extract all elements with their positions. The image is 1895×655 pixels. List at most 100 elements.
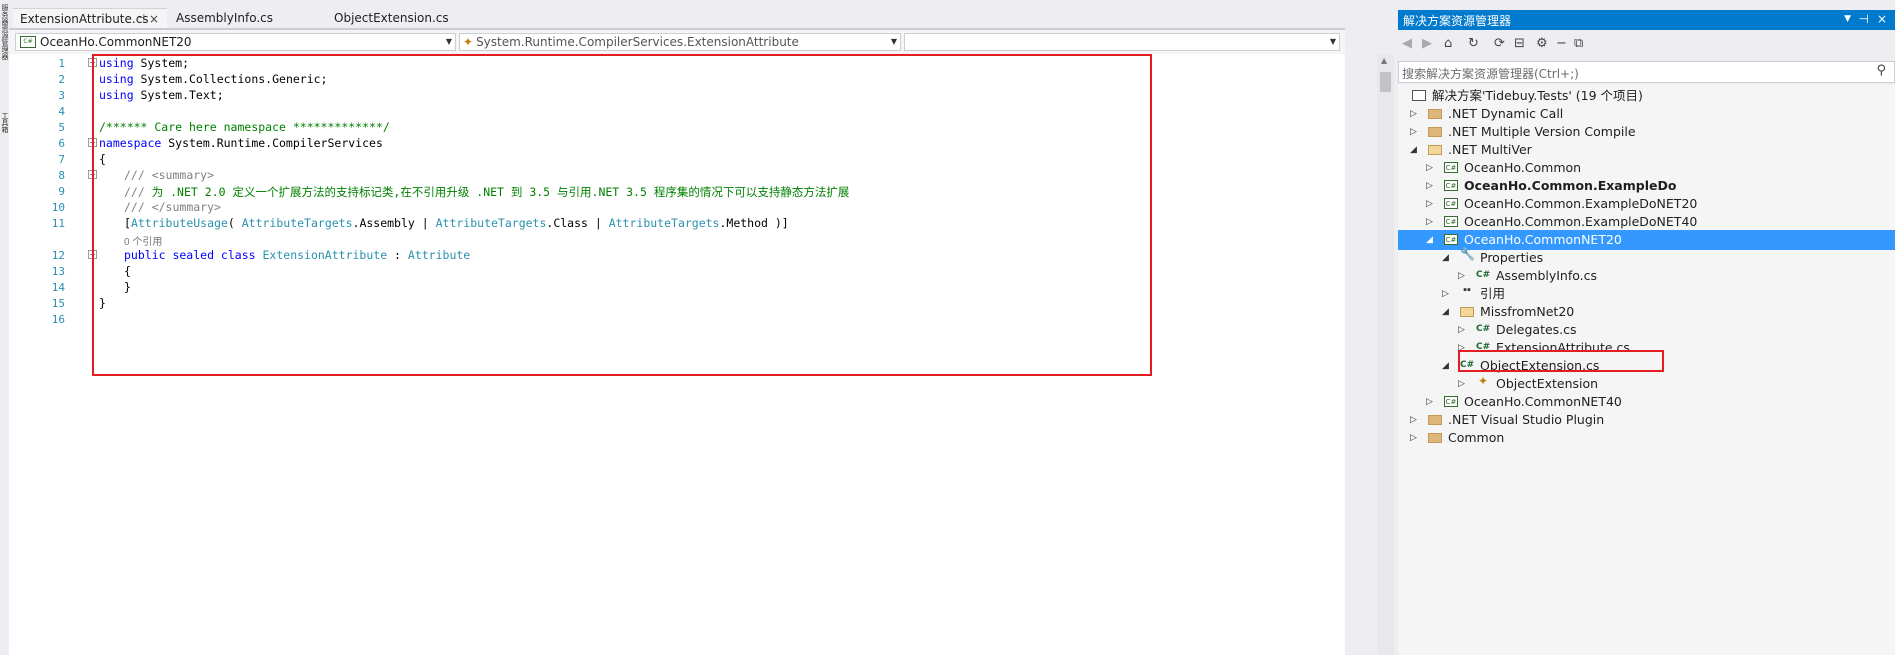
chevron-down-icon: ▼	[445, 37, 452, 46]
back-icon[interactable]: ◀	[1402, 36, 1412, 51]
chevron-down-icon: ▼	[890, 37, 897, 46]
tree-item-label: Common	[1448, 430, 1505, 445]
tree-item-label: .NET Dynamic Call	[1448, 106, 1564, 121]
tree-item-vs-plugin[interactable]: ▷ .NET Visual Studio Plugin	[1398, 410, 1895, 430]
expand-icon[interactable]: ▷	[1410, 428, 1417, 448]
refresh-icon[interactable]: ⟳	[1494, 36, 1505, 51]
collapse-arrow-icon[interactable]: ◢	[1426, 230, 1433, 250]
pending-changes-icon[interactable]: −	[1556, 36, 1567, 51]
search-icon[interactable]: ⚲	[1876, 63, 1886, 78]
tree-item-label: 引用	[1480, 286, 1506, 301]
expand-icon[interactable]: ▷	[1410, 410, 1417, 430]
collapse-arrow-icon[interactable]: ◢	[1442, 248, 1449, 268]
collapse-arrow-icon[interactable]: ◢	[1410, 140, 1417, 160]
tree-item-label: .NET MultiVer	[1448, 142, 1532, 157]
member-dropdown[interactable]: ▼	[904, 33, 1340, 51]
line-number: 16	[51, 313, 65, 326]
pin-icon[interactable]: ⊣	[136, 9, 145, 29]
collapse-arrow-icon[interactable]: ◢	[1442, 302, 1449, 322]
expand-icon[interactable]: ▷	[1442, 284, 1449, 304]
tree-item-label: OceanHo.Common	[1464, 160, 1582, 175]
line-number: 9	[58, 185, 65, 198]
line-number: 12	[51, 249, 65, 262]
left-tool-strip: 服务器资源管理器 工具箱	[0, 0, 9, 655]
line-number: 15	[51, 297, 65, 310]
tree-item-exampledo[interactable]: ▷ C# OceanHo.Common.ExampleDo	[1398, 176, 1895, 196]
tree-item-multiver[interactable]: ◢ .NET MultiVer	[1398, 140, 1895, 160]
history-icon[interactable]: ↻	[1468, 36, 1479, 51]
tree-item-delegates[interactable]: ▷ C# Delegates.cs	[1398, 320, 1895, 340]
collapse-icon[interactable]: ⊟	[1514, 36, 1525, 51]
expand-icon[interactable]: ▷	[1410, 122, 1417, 142]
tree-item-label: AssemblyInfo.cs	[1496, 268, 1598, 283]
tree-item-label: OceanHo.CommonNET20	[1464, 232, 1622, 247]
class-icon: ✦	[1477, 374, 1489, 388]
expand-icon[interactable]: ▷	[1426, 158, 1433, 178]
tab-extensionattribute[interactable]: ExtensionAttribute.cs ⊣ ×	[13, 8, 167, 28]
tree-item-common[interactable]: ▷ Common	[1398, 428, 1895, 448]
tree-item-label: MissfromNet20	[1480, 304, 1575, 319]
tree-item-solution[interactable]: 解决方案'Tidebuy.Tests' (19 个项目)	[1398, 86, 1895, 106]
folder-open-icon	[1428, 145, 1442, 155]
tree-item-commonnet40[interactable]: ▷ C# OceanHo.CommonNET40	[1398, 392, 1895, 412]
project-dropdown[interactable]: C# OceanHo.CommonNET20 ▼	[15, 33, 456, 51]
tree-item-exampledonet20[interactable]: ▷ C# OceanHo.Common.ExampleDoNET20	[1398, 194, 1895, 214]
type-dropdown[interactable]: ✦ System.Runtime.CompilerServices.Extensi…	[459, 33, 901, 51]
tab-label: ExtensionAttribute.cs	[20, 12, 149, 26]
expand-icon[interactable]: ▷	[1458, 266, 1465, 286]
tab-objectextension[interactable]: ObjectExtension.cs	[334, 8, 449, 28]
tree-item-label: .NET Multiple Version Compile	[1448, 124, 1636, 139]
line-number: 3	[58, 89, 65, 102]
scrollbar-thumb[interactable]	[1380, 72, 1391, 92]
tree-item-references[interactable]: ▷ ▪▪ 引用	[1398, 284, 1895, 304]
solution-explorer-search[interactable]: 搜索解决方案资源管理器(Ctrl+;) ⚲	[1398, 61, 1895, 83]
server-explorer-tab[interactable]: 服务器资源管理器	[0, 4, 9, 60]
expand-icon[interactable]: ▷	[1458, 320, 1465, 340]
pin-icon[interactable]: ⊣	[1859, 12, 1869, 26]
csproj-icon: C#	[1444, 216, 1458, 227]
tree-item-label: OceanHo.Common.ExampleDoNET40	[1464, 214, 1698, 229]
line-number: 11	[51, 217, 65, 230]
expand-icon[interactable]: ▷	[1426, 212, 1433, 232]
line-number: 8	[58, 169, 65, 182]
expand-icon[interactable]: ▷	[1426, 392, 1433, 412]
line-number: 14	[51, 281, 65, 294]
tree-item-properties[interactable]: ◢ 🔧 Properties	[1398, 248, 1895, 268]
collapse-arrow-icon[interactable]: ◢	[1442, 356, 1449, 376]
expand-icon[interactable]: ▷	[1426, 176, 1433, 196]
tree-item-label: 解决方案'Tidebuy.Tests' (19 个项目)	[1432, 88, 1643, 103]
dropdown-icon[interactable]: ▼	[1844, 14, 1851, 24]
tree-item-label: .NET Visual Studio Plugin	[1448, 412, 1605, 427]
tree-item-label: OceanHo.CommonNET40	[1464, 394, 1622, 409]
expand-icon[interactable]: ▷	[1458, 374, 1465, 394]
tree-item-objectextension-class[interactable]: ▷ ✦ ObjectExtension	[1398, 374, 1895, 394]
csproj-icon: C#	[1444, 180, 1458, 191]
tree-item-dynamic-call[interactable]: ▷ .NET Dynamic Call	[1398, 104, 1895, 124]
properties-icon[interactable]: ⚙	[1536, 36, 1548, 51]
folder-icon	[1428, 433, 1442, 443]
solution-explorer-title-bar: 解决方案资源管理器 ▼ ⊣ ×	[1398, 10, 1895, 30]
project-dropdown-value: OceanHo.CommonNET20	[40, 35, 192, 49]
close-icon[interactable]: ×	[1877, 12, 1887, 26]
navigation-bar: C# OceanHo.CommonNET20 ▼ ✦ System.Runtime.…	[9, 30, 1345, 55]
tree-item-assemblyinfo[interactable]: ▷ C# AssemblyInfo.cs	[1398, 266, 1895, 286]
tab-assemblyinfo[interactable]: AssemblyInfo.cs	[176, 8, 273, 28]
forward-icon[interactable]: ▶	[1422, 36, 1432, 51]
home-icon[interactable]: ⌂	[1444, 36, 1452, 51]
tree-item-missfromnet20[interactable]: ◢ MissfromNet20	[1398, 302, 1895, 322]
close-icon[interactable]: ×	[149, 9, 159, 29]
tree-item-exampledonet40[interactable]: ▷ C# OceanHo.Common.ExampleDoNET40	[1398, 212, 1895, 232]
tree-item-oceanho-common[interactable]: ▷ C# OceanHo.Common	[1398, 158, 1895, 178]
cs-file-icon: C#	[1476, 270, 1491, 280]
expand-icon[interactable]: ▷	[1410, 104, 1417, 124]
tree-item-multi-version-compile[interactable]: ▷ .NET Multiple Version Compile	[1398, 122, 1895, 142]
folder-open-icon	[1460, 307, 1474, 317]
expand-icon[interactable]: ▷	[1426, 194, 1433, 214]
preview-icon[interactable]: ⧉	[1574, 36, 1583, 51]
solution-explorer-title: 解决方案资源管理器	[1403, 14, 1512, 28]
line-number: 10	[51, 201, 65, 214]
editor-vertical-scrollbar[interactable]: ▲	[1377, 54, 1394, 655]
scroll-up-icon[interactable]: ▲	[1381, 56, 1387, 65]
toolbox-tab[interactable]: 工具箱	[0, 112, 9, 133]
line-number-gutter: 1 2 3 4 5 6 7 8 9 10 11 12 13 14 15 16	[9, 54, 79, 655]
